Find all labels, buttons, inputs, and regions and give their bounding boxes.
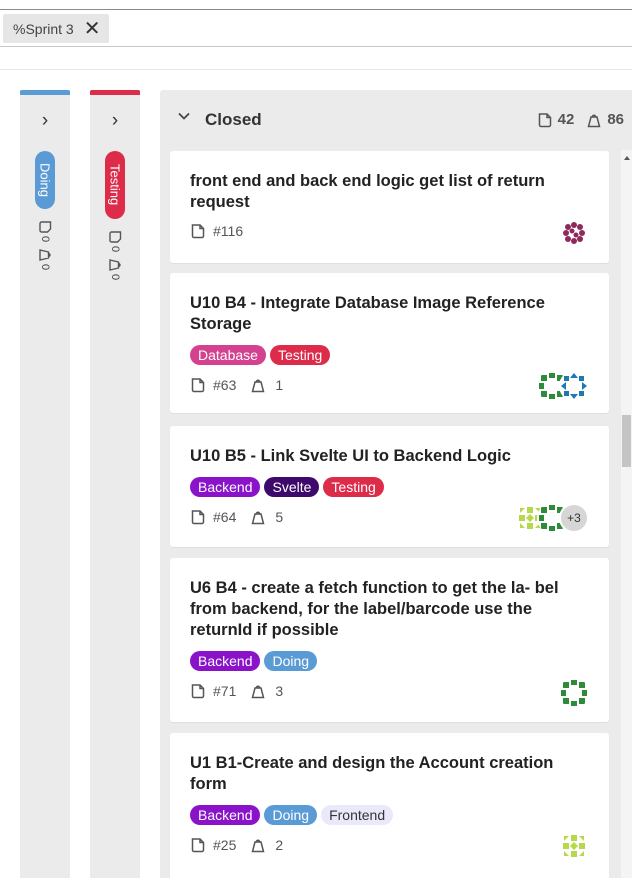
issue-title[interactable]: U10 B5 - Link Svelte UI to Backend Logic [190,446,580,467]
issue-meta: #64 5 [190,509,283,525]
column-closed-header[interactable]: Closed 42 86 [160,90,632,148]
assignees[interactable] [559,678,589,708]
close-icon[interactable]: ✕ [84,19,101,39]
board-toolbar [0,48,632,70]
issue-weight: 3 [250,683,283,699]
avatar[interactable] [559,831,589,861]
issue-labels: Backend Doing [190,651,318,671]
label-testing[interactable]: Testing [269,345,331,365]
issue-labels: Database Testing [190,345,331,365]
issue-card[interactable]: U6 B4 - create a fetch function to get t… [170,558,609,722]
issue-card[interactable]: front end and back end logic get list of… [170,151,609,263]
issue-icon [191,224,205,239]
issue-weight: 1 [250,377,283,393]
issue-icon [39,221,52,233]
issue-card[interactable]: U1 B1-Create and design the Account crea… [170,733,609,878]
avatar[interactable] [559,218,589,248]
column-testing-stats: 0 0 [107,230,123,280]
weight-icon [109,259,121,272]
assignees[interactable] [559,218,589,248]
avatar[interactable] [559,371,589,401]
issue-meta: #63 1 [190,377,283,393]
issue-id[interactable]: #64 [213,509,236,525]
chevron-right-icon[interactable]: › [20,110,70,132]
column-title-label: Testing [107,164,123,206]
assignees[interactable] [559,831,589,861]
issue-icon [191,510,205,525]
issue-icon [191,838,205,853]
column-testing-collapsed[interactable]: › Testing 0 0 [90,90,140,878]
label-frontend[interactable]: Frontend [321,805,394,825]
weight-icon [39,249,51,262]
column-title: Closed [205,110,262,129]
filter-chip-sprint[interactable]: %Sprint 3 ✕ [3,14,110,43]
issue-weight-value: 1 [275,377,284,393]
label-doing[interactable]: Doing [264,651,318,671]
weight-icon [251,685,265,699]
issue-weight: 5 [250,509,283,525]
issue-icon [538,112,551,127]
column-doing-collapsed[interactable]: › Doing 0 0 [20,90,70,878]
column-stats: 42 86 [531,111,624,128]
filter-bar[interactable]: %Sprint 3 ✕ [0,10,632,47]
issue-id[interactable]: #71 [213,683,236,699]
issue-meta: #71 3 [190,683,283,699]
issue-card[interactable]: U10 B5 - Link Svelte UI to Backend Logic… [170,426,609,547]
filter-chip-label: %Sprint 3 [13,20,74,37]
weight-icon [251,511,265,525]
avatar[interactable] [559,678,589,708]
column-doing-stats: 0 0 [37,220,53,270]
label-backend[interactable]: Backend [190,805,261,825]
issue-weight-value: 3 [275,683,284,699]
issue-title[interactable]: U10 B4 - Integrate Database Image Refere… [190,293,580,335]
assignees[interactable] [537,371,589,401]
column-title-doing: Doing [35,151,55,209]
label-testing[interactable]: Testing [323,477,384,497]
issue-id[interactable]: #25 [213,837,236,853]
issue-icon [191,378,205,393]
label-backend[interactable]: Backend [190,477,261,497]
chevron-down-icon[interactable] [176,108,192,129]
issue-title[interactable]: U6 B4 - create a fetch function to get t… [190,578,580,641]
issue-icon [191,684,205,699]
column-color-bar [90,90,140,95]
chevron-right-icon[interactable]: › [90,110,140,132]
label-doing[interactable]: Doing [264,805,318,825]
issue-meta: #25 2 [190,837,283,853]
issue-meta: #116 [190,223,243,239]
weight-icon [251,379,265,393]
column-weight-total: 86 [607,111,624,128]
label-database[interactable]: Database [190,345,266,365]
issue-title[interactable]: front end and back end logic get list of… [190,171,580,213]
issue-icon [109,231,122,243]
column-title-label: Doing [37,163,53,197]
scrollbar-thumb[interactable] [622,415,631,467]
issue-weight-value: 5 [275,509,284,525]
column-color-bar [20,90,70,95]
cards-scrollbar[interactable] [621,150,632,878]
column-issue-count: 0 [39,236,51,243]
label-backend[interactable]: Backend [190,651,261,671]
scroll-up-arrow[interactable] [624,156,630,160]
more-assignees-badge[interactable]: +3 [559,503,589,533]
issue-weight: 2 [250,837,283,853]
issue-card[interactable]: U10 B4 - Integrate Database Image Refere… [170,273,609,413]
issue-weight-value: 2 [275,837,284,853]
issue-title[interactable]: U1 B1-Create and design the Account crea… [190,753,580,795]
issue-labels: Backend Doing Frontend [190,805,394,825]
column-title-testing: Testing [105,151,125,219]
column-weight: 0 [109,274,121,281]
assignees[interactable]: +3 [515,503,589,533]
column-issue-count: 42 [557,111,575,128]
weight-icon [251,839,265,853]
column-weight: 0 [39,264,51,271]
label-svelte[interactable]: Svelte [264,477,320,497]
weight-icon [587,114,601,127]
issue-id[interactable]: #116 [213,223,243,239]
issue-labels: Backend Svelte Testing [190,477,384,497]
column-issue-count: 0 [109,246,121,253]
issue-id[interactable]: #63 [213,377,236,393]
